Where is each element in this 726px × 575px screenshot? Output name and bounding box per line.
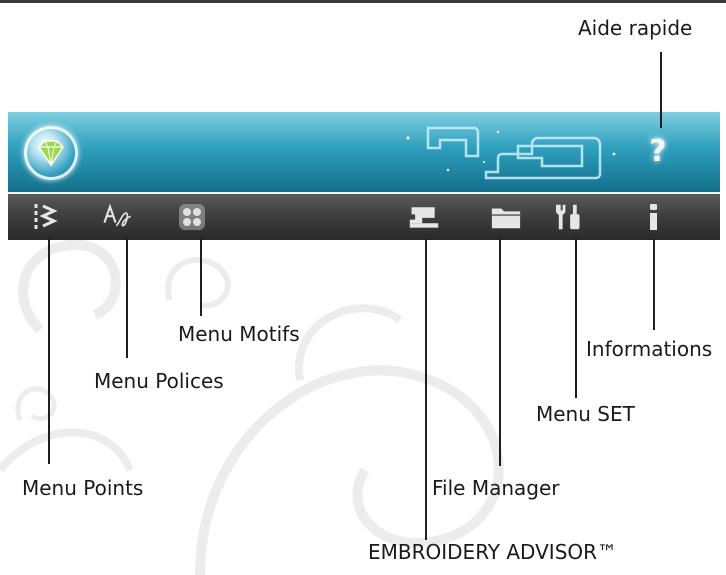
- screen-toolbar-panel: ?: [8, 112, 720, 240]
- logo-icon[interactable]: [24, 126, 78, 180]
- stitch-menu-icon[interactable]: [30, 202, 62, 232]
- callout-informations: [653, 238, 655, 330]
- font-menu-icon[interactable]: [102, 202, 134, 232]
- label-menu-polices: Menu Polices: [94, 369, 224, 393]
- label-informations: Informations: [586, 337, 713, 361]
- sewing-machine-art-icon: [406, 126, 616, 180]
- callout-embroidery-advisor: [425, 238, 427, 540]
- callout-menu-polices: [126, 238, 128, 358]
- panel-header: ?: [8, 112, 720, 192]
- embroidery-advisor-icon[interactable]: [408, 202, 440, 232]
- label-menu-set: Menu SET: [536, 402, 635, 426]
- tools-icon[interactable]: [556, 202, 588, 232]
- label-embroidery-advisor: EMBROIDERY ADVISOR™: [368, 540, 618, 564]
- callout-file-manager: [499, 238, 501, 466]
- callout-menu-motifs: [200, 238, 202, 316]
- folder-icon[interactable]: [490, 202, 522, 232]
- help-button[interactable]: ?: [638, 130, 678, 174]
- design-menu-icon[interactable]: [176, 202, 208, 232]
- callout-aide-rapide: [660, 52, 662, 128]
- label-menu-motifs: Menu Motifs: [178, 322, 300, 346]
- info-icon[interactable]: [638, 202, 670, 232]
- menu-bar: [8, 194, 720, 240]
- label-menu-points: Menu Points: [22, 476, 144, 500]
- callout-menu-set: [575, 238, 577, 398]
- callout-menu-points: [48, 238, 50, 464]
- label-aide-rapide: Aide rapide: [578, 16, 693, 40]
- label-file-manager: File Manager: [432, 476, 560, 500]
